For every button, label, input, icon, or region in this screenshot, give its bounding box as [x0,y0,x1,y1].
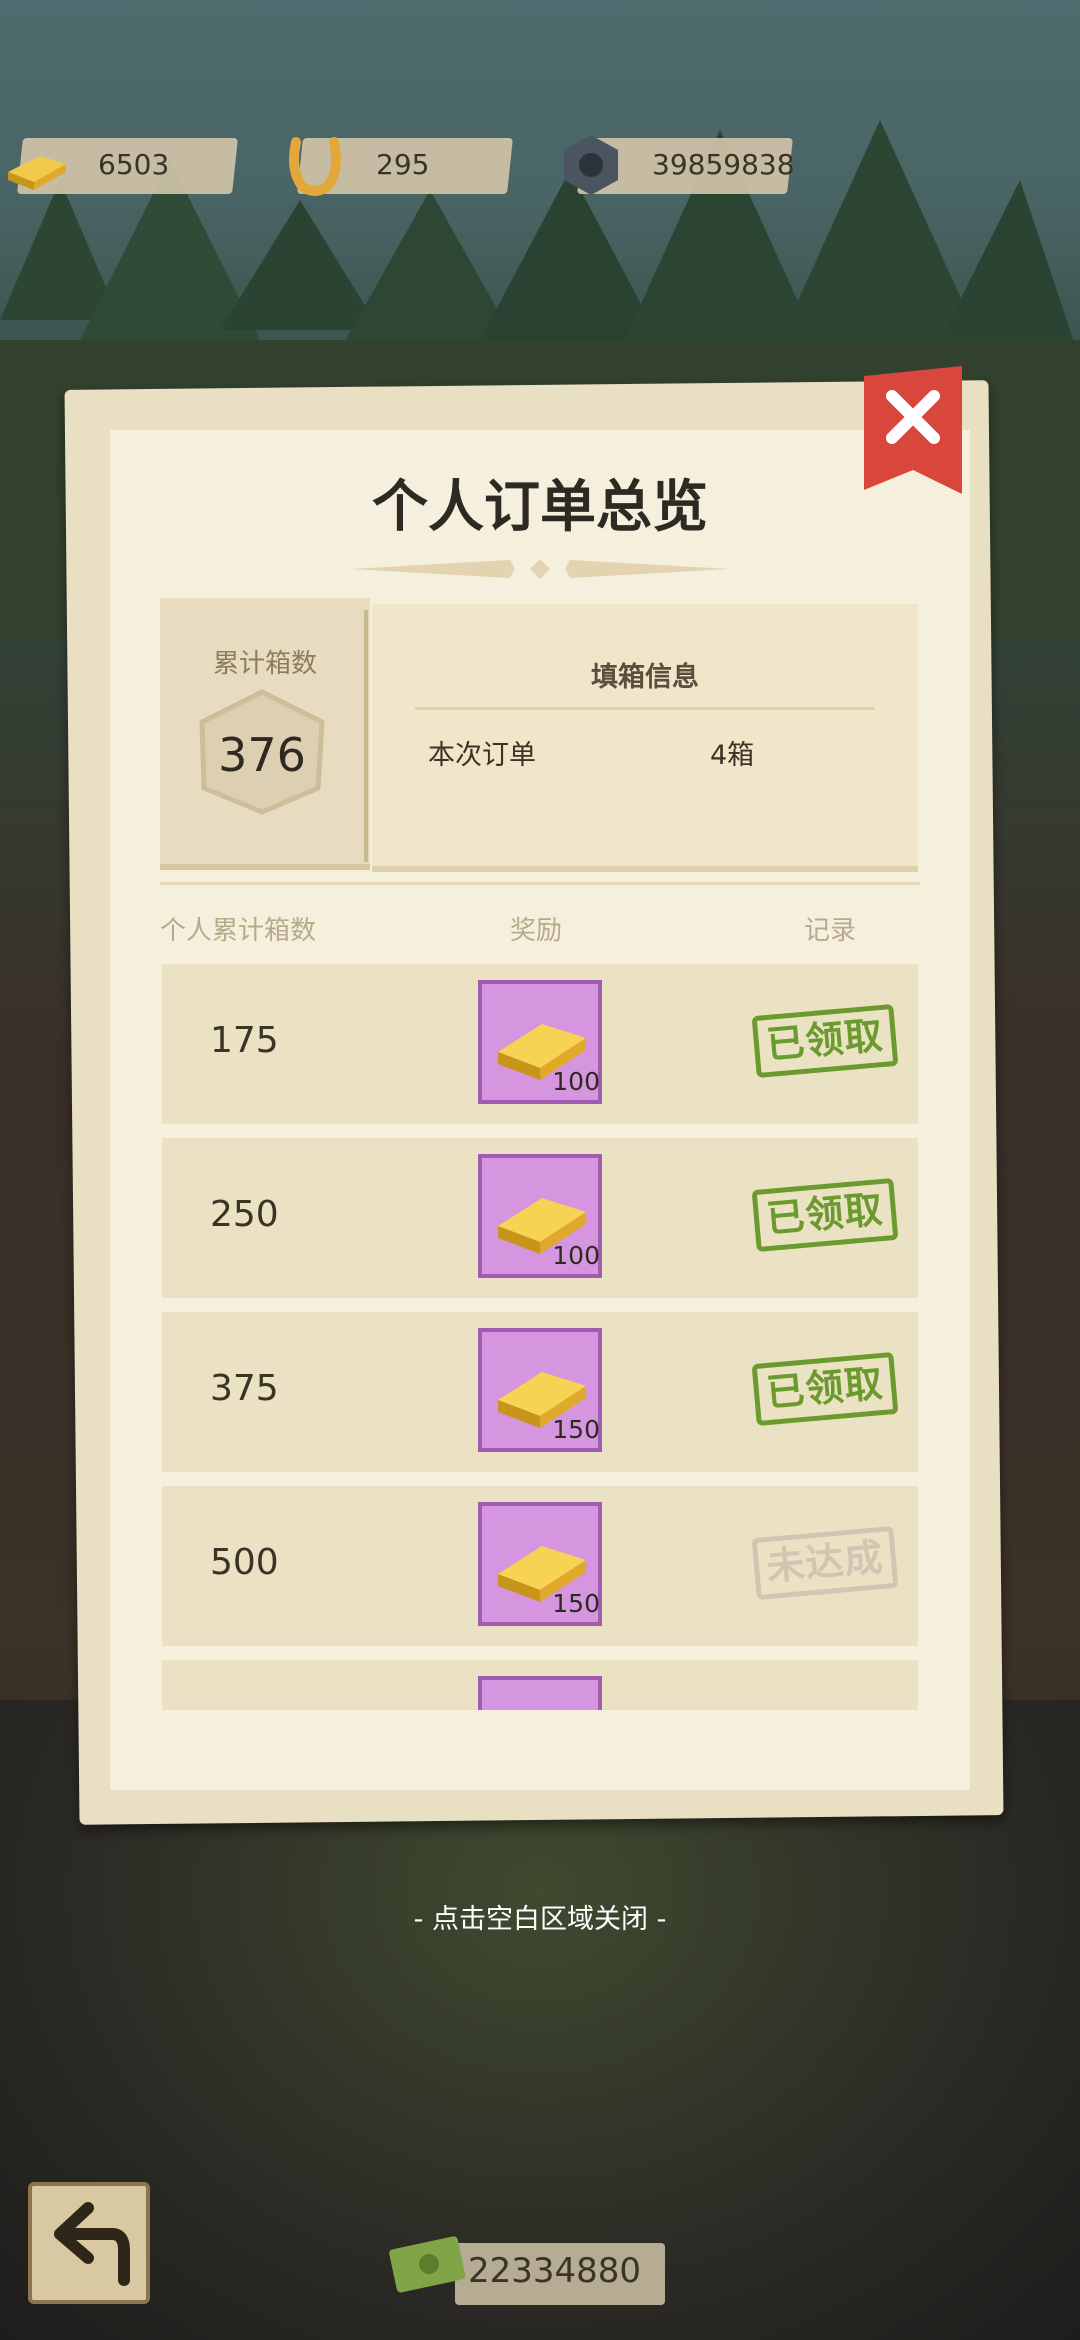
reward-quantity: 150 [552,1589,600,1618]
row-count: 250 [210,1194,279,1235]
reward-quantity: 150 [552,1415,600,1444]
fill-info-title: 填箱信息 [591,662,699,693]
reward-item[interactable]: 100 [478,1154,602,1278]
reward-item[interactable]: 150 [478,1502,602,1626]
list-item-partial [162,1660,918,1710]
row-count: 500 [210,1542,279,1583]
accumulated-value: 376 [218,728,306,782]
status-stamp: 已领取 [751,1003,899,1079]
row-count: 175 [210,1020,279,1061]
reward-item[interactable] [478,1676,602,1710]
horseshoe-icon [289,137,341,196]
list-item: 375 150 已领取 [162,1312,918,1472]
list-item: 250 100 已领取 [162,1138,918,1298]
cash-icon [389,2236,466,2293]
title-ornament [350,559,730,579]
status-stamp: 未达成 [751,1525,899,1601]
fill-info-divider [415,707,875,710]
nut-icon [564,135,618,195]
reward-item[interactable]: 100 [478,980,602,1104]
column-header-reward: 奖励 [510,916,563,946]
list-item: 500 150 未达成 [162,1486,918,1646]
section-divider [160,882,920,885]
modal-title: 个人订单总览 [372,475,708,540]
column-header-count: 个人累计箱数 [160,916,317,946]
nut-value: 39859838 [652,148,795,181]
gold-value: 6503 [98,148,170,181]
accumulated-label: 累计箱数 [212,649,317,679]
row-count: 375 [210,1368,279,1409]
close-hint[interactable]: - 点击空白区域关闭 - [0,1897,1080,1936]
gold-bar-icon [8,156,66,190]
order-label: 本次订单 [428,740,536,771]
order-value: 4箱 [710,740,755,771]
reward-quantity: 100 [552,1067,600,1096]
reward-list[interactable]: 175 100 已领取 250 100 已领取 375 150 已领取 500 … [162,964,918,1710]
back-arrow-icon[interactable] [24,2178,154,2308]
reward-item[interactable]: 150 [478,1328,602,1452]
column-header-record: 记录 [804,916,857,946]
reward-quantity: 100 [552,1241,600,1270]
cash-value: 22334880 [468,2251,642,2291]
status-stamp: 已领取 [751,1177,899,1253]
list-item: 175 100 已领取 [162,964,918,1124]
horseshoe-value: 295 [376,148,430,181]
status-stamp: 已领取 [751,1351,899,1427]
